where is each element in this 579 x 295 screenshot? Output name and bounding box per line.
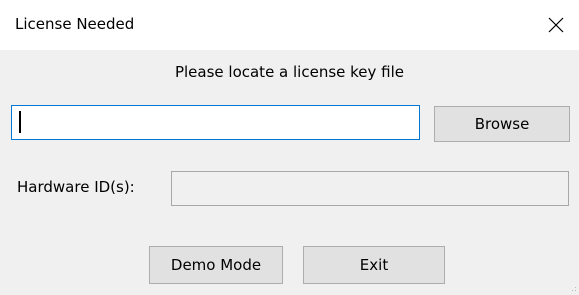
- exit-button[interactable]: Exit: [303, 246, 445, 284]
- close-icon: [548, 17, 564, 33]
- resize-grip[interactable]: [572, 287, 576, 291]
- close-button[interactable]: [533, 0, 579, 50]
- demo-mode-button[interactable]: Demo Mode: [149, 246, 283, 284]
- license-dialog: License Needed Please locate a license k…: [0, 0, 579, 295]
- text-caret: [19, 111, 21, 133]
- hardware-id-label: Hardware ID(s):: [17, 178, 135, 196]
- browse-button[interactable]: Browse: [434, 106, 570, 142]
- license-key-path-input[interactable]: [11, 105, 420, 140]
- hardware-id-field: [171, 171, 569, 206]
- title-bar: License Needed: [0, 0, 579, 50]
- window-title: License Needed: [15, 15, 135, 33]
- prompt-text: Please locate a license key file: [174, 63, 405, 81]
